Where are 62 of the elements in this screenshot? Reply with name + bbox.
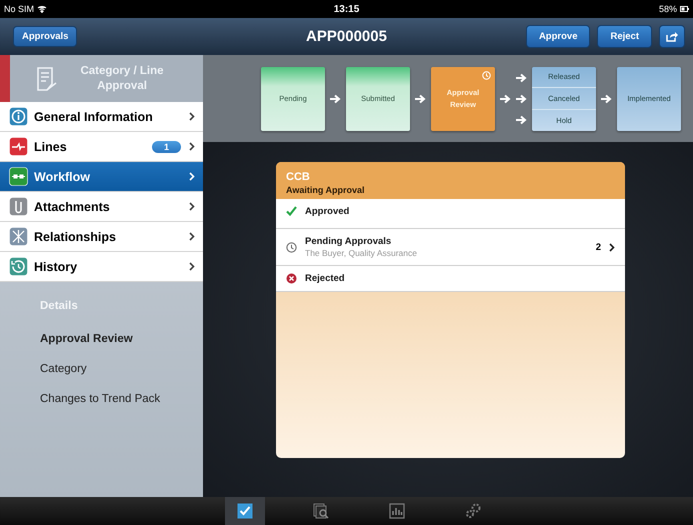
row-label: Pending Approvals — [305, 236, 392, 247]
record-type-label: Category / Line Approval — [79, 64, 165, 94]
arrow-icon — [500, 94, 511, 104]
row-detail: The Buyer, Quality Assurance — [305, 248, 418, 258]
approvals-tab[interactable] — [225, 497, 265, 525]
action-button[interactable]: Approve — [526, 25, 590, 48]
clock-time: 13:15 — [334, 4, 360, 14]
section-heading: Details — [40, 300, 79, 312]
clock-icon — [482, 70, 491, 80]
menu-item[interactable]: Relationships — [0, 222, 203, 252]
action-button[interactable]: Reject — [597, 25, 652, 48]
attachments-icon — [9, 197, 28, 216]
row-count: 2 — [596, 242, 601, 252]
carrier-label: No SIM — [4, 4, 34, 14]
reject-icon — [286, 273, 297, 284]
history-icon — [9, 257, 28, 276]
menu-item[interactable]: Lines 1 — [0, 132, 203, 162]
arrow-icon — [330, 94, 341, 104]
settings-icon — [465, 503, 481, 519]
page-title: APP000005 — [306, 28, 387, 45]
bar-chart-icon — [389, 503, 405, 519]
clock-icon — [286, 242, 297, 252]
document-icon — [35, 66, 59, 92]
workflow-icon — [9, 167, 28, 186]
arrow-icon — [516, 114, 527, 124]
details-item[interactable]: Changes to Trend Pack — [40, 387, 203, 411]
document-search-icon — [313, 503, 329, 519]
pending-row[interactable]: Pending Approvals The Buyer, Quality Assurance 2 — [276, 229, 625, 266]
status-strip — [0, 55, 10, 102]
arrow-icon — [516, 72, 527, 82]
battery-icon — [680, 6, 689, 12]
chevron-icon — [609, 242, 615, 252]
menu-item[interactable]: Workflow — [0, 162, 203, 192]
share-button[interactable] — [659, 25, 685, 48]
share-icon — [666, 32, 678, 42]
chevron-icon — [189, 232, 195, 241]
chevron-icon — [189, 172, 195, 181]
menu-item[interactable]: General Information — [0, 102, 203, 132]
menu-item[interactable]: Attachments — [0, 192, 203, 222]
chevron-icon — [189, 142, 195, 151]
chevron-icon — [189, 202, 195, 211]
checkbox-icon — [237, 503, 253, 519]
chevron-icon — [189, 262, 195, 271]
arrow-icon — [516, 94, 527, 104]
menu-item[interactable]: History — [0, 252, 203, 282]
count-badge: 1 — [152, 140, 181, 152]
arrow-icon — [415, 94, 426, 104]
row-label: Rejected — [305, 273, 346, 284]
details-item[interactable]: Approval Review — [40, 327, 203, 351]
info-icon — [9, 107, 28, 126]
battery-percent: 58% — [658, 4, 677, 14]
relationships-icon — [9, 227, 28, 246]
chevron-icon — [189, 112, 195, 121]
arrow-icon — [601, 94, 612, 104]
card-subtitle: Awaiting Approval — [286, 185, 366, 195]
checkmark-icon — [286, 206, 297, 216]
details-item[interactable]: Category — [40, 357, 203, 381]
back-button[interactable]: Approvals — [13, 26, 78, 47]
row-label: Approved — [305, 206, 350, 217]
card-title: CCB — [286, 171, 311, 183]
lines-icon — [9, 137, 28, 156]
wifi-icon — [37, 5, 48, 13]
